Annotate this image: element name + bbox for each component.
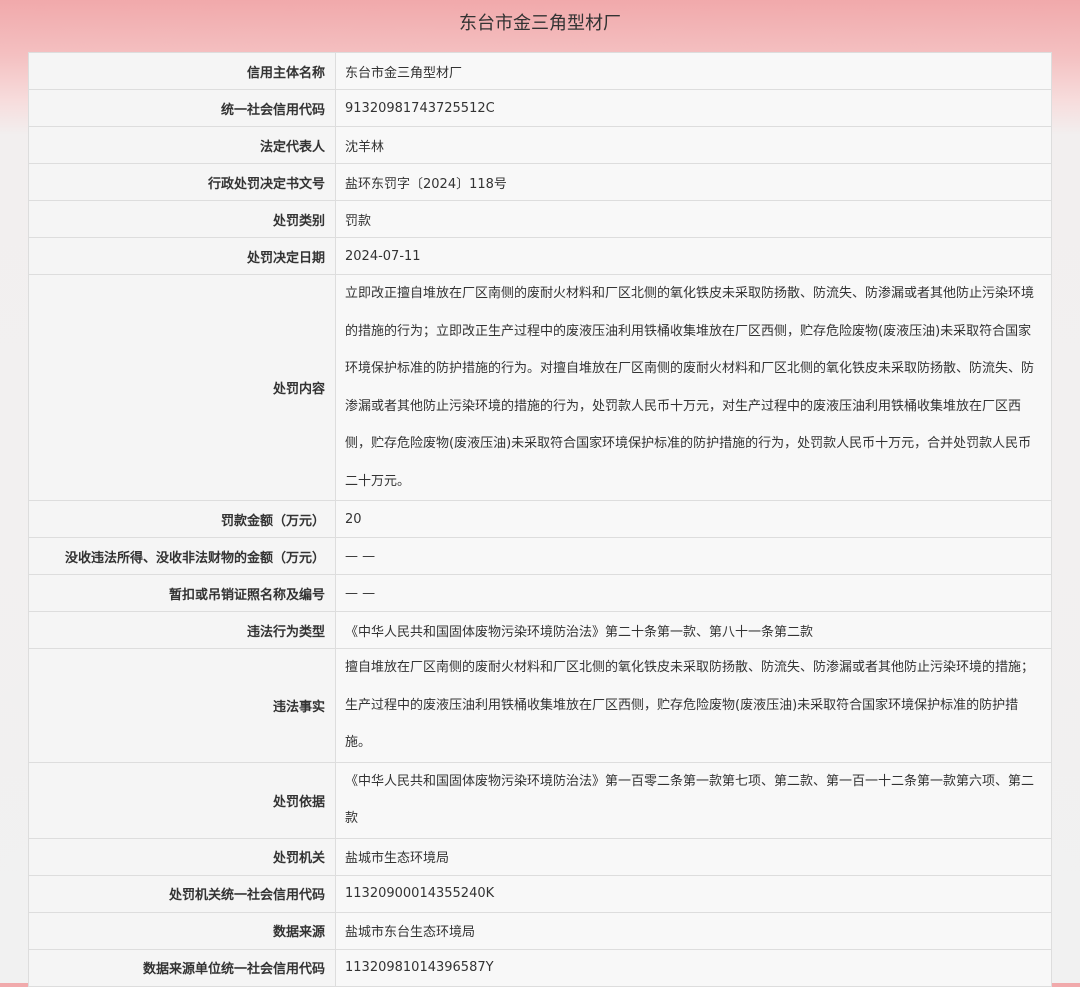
row-label: 没收违法所得、没收非法财物的金额（万元） — [28, 537, 336, 575]
table-row-penalty-authority: 处罚机关 盐城市生态环境局 — [28, 837, 1052, 876]
row-value: — — — [335, 537, 1052, 575]
page-title: 东台市金三角型材厂 — [459, 13, 621, 34]
row-label: 处罚依据 — [28, 761, 336, 839]
row-label: 行政处罚决定书文号 — [28, 163, 336, 201]
row-label: 处罚内容 — [28, 274, 336, 501]
row-label: 处罚决定日期 — [28, 237, 336, 275]
row-value: 沈羊林 — [335, 126, 1052, 164]
table-row-data-source: 数据来源 盐城市东台生态环境局 — [28, 911, 1052, 950]
row-value: 20 — [335, 500, 1052, 538]
table-row-violation-type: 违法行为类型 《中华人民共和国固体废物污染环境防治法》第二十条第一款、第八十一条… — [28, 611, 1052, 649]
row-label: 数据来源单位统一社会信用代码 — [28, 948, 336, 987]
row-value: — — — [335, 574, 1052, 612]
table-row-credit-subject-name: 信用主体名称 东台市金三角型材厂 — [28, 52, 1052, 90]
row-value: 11320900014355240K — [335, 874, 1052, 913]
table-row-data-source-credit-code: 数据来源单位统一社会信用代码 11320981014396587Y — [28, 948, 1052, 987]
table-row-decision-date: 处罚决定日期 2024-07-11 — [28, 237, 1052, 275]
table-row-decision-document-number: 行政处罚决定书文号 盐环东罚字〔2024〕118号 — [28, 163, 1052, 201]
row-label: 数据来源 — [28, 911, 336, 950]
row-label: 处罚机关统一社会信用代码 — [28, 874, 336, 913]
row-value: 盐环东罚字〔2024〕118号 — [335, 163, 1052, 201]
row-label: 统一社会信用代码 — [28, 89, 336, 127]
row-label: 处罚类别 — [28, 200, 336, 238]
table-row-violation-facts: 违法事实 擅自堆放在厂区南侧的废耐火材料和厂区北侧的氧化铁皮未采取防扬散、防流失… — [28, 648, 1052, 763]
row-value: 《中华人民共和国固体废物污染环境防治法》第二十条第一款、第八十一条第二款 — [335, 611, 1052, 649]
row-label: 暂扣或吊销证照名称及编号 — [28, 574, 336, 612]
row-value: 罚款 — [335, 200, 1052, 238]
table-row-unified-credit-code: 统一社会信用代码 91320981743725512C — [28, 89, 1052, 127]
row-value: 《中华人民共和国固体废物污染环境防治法》第一百零二条第一款第七项、第二款、第一百… — [335, 761, 1052, 839]
table-row-penalty-basis: 处罚依据 《中华人民共和国固体废物污染环境防治法》第一百零二条第一款第七项、第二… — [28, 761, 1052, 839]
row-value: 11320981014396587Y — [335, 948, 1052, 987]
row-value: 盐城市生态环境局 — [335, 837, 1052, 876]
table-row-confiscation-amount: 没收违法所得、没收非法财物的金额（万元） — — — [28, 537, 1052, 575]
table-row-penalty-content: 处罚内容 立即改正擅自堆放在厂区南侧的废耐火材料和厂区北侧的氧化铁皮未采取防扬散… — [28, 274, 1052, 501]
table-row-legal-representative: 法定代表人 沈羊林 — [28, 126, 1052, 164]
table-row-license-suspension: 暂扣或吊销证照名称及编号 — — — [28, 574, 1052, 612]
row-value: 盐城市东台生态环境局 — [335, 911, 1052, 950]
row-label: 罚款金额（万元） — [28, 500, 336, 538]
row-value: 东台市金三角型材厂 — [335, 52, 1052, 90]
table-row-fine-amount: 罚款金额（万元） 20 — [28, 500, 1052, 538]
table-row-penalty-category: 处罚类别 罚款 — [28, 200, 1052, 238]
row-value: 擅自堆放在厂区南侧的废耐火材料和厂区北侧的氧化铁皮未采取防扬散、防流失、防渗漏或… — [335, 648, 1052, 763]
row-label: 信用主体名称 — [28, 52, 336, 90]
row-label: 违法事实 — [28, 648, 336, 763]
row-value: 2024-07-11 — [335, 237, 1052, 275]
table-row-authority-credit-code: 处罚机关统一社会信用代码 11320900014355240K — [28, 874, 1052, 913]
row-label: 违法行为类型 — [28, 611, 336, 649]
penalty-info-table: 信用主体名称 东台市金三角型材厂 统一社会信用代码 91320981743725… — [28, 52, 1052, 987]
row-label: 处罚机关 — [28, 837, 336, 876]
row-value: 立即改正擅自堆放在厂区南侧的废耐火材料和厂区北侧的氧化铁皮未采取防扬散、防流失、… — [335, 274, 1052, 501]
row-value: 91320981743725512C — [335, 89, 1052, 127]
row-label: 法定代表人 — [28, 126, 336, 164]
